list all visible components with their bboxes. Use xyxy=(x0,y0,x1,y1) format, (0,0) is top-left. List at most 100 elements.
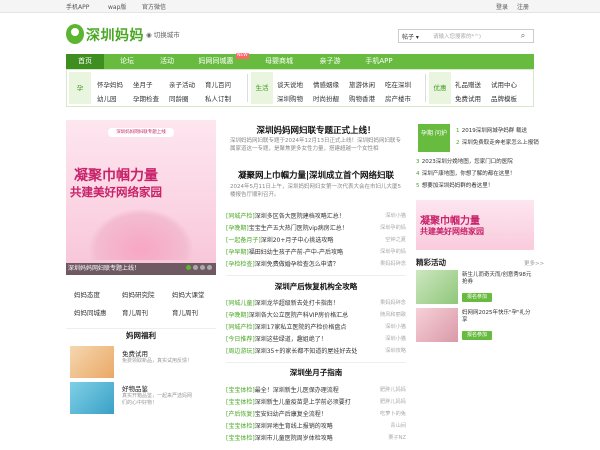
rank-item[interactable]: 3 2023深圳分娩地图，您家门口的医院 xyxy=(416,157,513,165)
submenu-link[interactable]: 坐月子 xyxy=(133,79,153,89)
free-trial-thumbnail[interactable] xyxy=(70,346,114,378)
city-switch[interactable]: ◉ 切换城市 xyxy=(146,29,180,39)
news-text: 福田妇幼生孩子产前-产中-产后攻略 xyxy=(248,249,344,256)
nav-home[interactable]: 首页 xyxy=(66,54,104,69)
carousel-banner[interactable]: 深圳妈妈网妇联专题上线 凝聚巾帼力量 共建美好网络家园 深圳妈妈网妇联专题上线！ xyxy=(66,120,216,275)
side-banner[interactable]: 凝聚巾帼力量 共建美好网络家园 xyxy=(416,200,534,250)
submenu-link[interactable]: 幼儿园 xyxy=(97,93,117,103)
rank-number: 5 xyxy=(416,183,420,189)
news-item[interactable]: [宝宝体检]深圳新生儿童疫苗是上学前必须要打 肥胖儿妈妈 xyxy=(226,398,406,407)
news-text: 深圳免费做婚孕检查怎么申请？ xyxy=(254,261,339,268)
submenu-link[interactable]: 免费试用 xyxy=(455,93,481,103)
submenu-link[interactable]: 礼品赠送 xyxy=(455,79,481,89)
nav-mall[interactable]: 母婴商城 xyxy=(256,54,302,69)
submenu-link[interactable]: 品牌模板 xyxy=(491,93,517,103)
news-item[interactable]: [今日推荐]深圳这些绿道，趣姐绝了！ 深圳小猫 xyxy=(226,335,406,344)
mobile-app-link[interactable]: 手机APP xyxy=(66,2,89,11)
news-item[interactable]: [同城儿童]深圳龙华超级新去处打卡指南！ 果妈妈碎念 xyxy=(226,299,406,308)
carousel-dot[interactable] xyxy=(200,265,205,270)
submenu-link[interactable]: 私人订制 xyxy=(205,93,231,103)
submenu-link[interactable]: 深圳购物 xyxy=(277,93,303,103)
category-pregnancy[interactable]: 孕 xyxy=(69,72,91,104)
news-item[interactable]: [宝宝体检]深圳市儿童医院周岁体检攻略 栗子NZ xyxy=(226,434,406,443)
nav-local-deals[interactable]: 妈网同城惠 xyxy=(190,54,242,69)
pregnancy-care-badge[interactable]: 孕期 问护 xyxy=(418,124,450,152)
section-title-postpartum[interactable]: 深圳产后恢复机构全攻略 xyxy=(226,281,406,292)
search-input[interactable]: 请输入您搜索的*^) xyxy=(433,32,481,40)
carousel-dot[interactable] xyxy=(186,265,191,270)
news-item[interactable]: [同城产检]深圳多区各大医院建档攻略汇总！ 深圳小猫 xyxy=(226,212,406,221)
submenu-link[interactable]: 亲子活动 xyxy=(169,79,195,89)
news-item[interactable]: [同城产检]深圳17家私立医院的产检价格盘点 深圳小猫 xyxy=(226,323,406,332)
quick-link[interactable]: 妈妈同城惠 xyxy=(74,307,107,317)
news-item[interactable]: [孕早期]福田妇幼生孩子产前-产中-产后攻略 深圳孕的妈 xyxy=(226,248,406,257)
wechat-link[interactable]: 官方微信 xyxy=(142,2,166,11)
carousel-dot[interactable] xyxy=(207,265,212,270)
news-source: 栗子NZ xyxy=(388,435,406,441)
section-title-confinement[interactable]: 深圳坐月子指南 xyxy=(226,367,406,378)
join-button[interactable]: 报名参加 xyxy=(462,293,492,302)
submenu-link[interactable]: 购物香港 xyxy=(349,93,375,103)
news-item[interactable]: [周边游玩]深圳35+的家长都不知道的屋娃好去处 深圳攻略 xyxy=(226,347,406,356)
search-type-select[interactable]: 帖子 ▾ xyxy=(402,32,419,41)
divider xyxy=(226,275,406,276)
join-button[interactable]: 报名参加 xyxy=(462,331,492,340)
submenu-link[interactable]: 谈天说地 xyxy=(277,79,303,89)
quick-link[interactable]: 育儿周刊 xyxy=(172,307,198,317)
activity-text[interactable]: 妈网网2025年快乐"孕"礼分享 xyxy=(462,310,534,324)
carousel-dot[interactable] xyxy=(193,265,198,270)
news-item[interactable]: [宝宝体检]最全！深圳新生儿医保办理流程 肥胖儿妈妈 xyxy=(226,386,406,395)
quick-link-label: 妈妈态度 xyxy=(74,291,100,299)
news-text: 深圳各大公立医院产科VIP房价格汇总 xyxy=(248,312,349,319)
submenu-link[interactable]: 房产楼市 xyxy=(385,93,411,103)
submenu-link[interactable]: 情感姻缘 xyxy=(313,79,339,89)
goods-review-thumbnail[interactable] xyxy=(70,382,114,414)
submenu-link[interactable]: 试用中心 xyxy=(491,79,517,89)
search-icon[interactable]: ⌕ xyxy=(514,30,532,42)
nav-events[interactable]: 活动 xyxy=(150,54,184,69)
nav-family-trip[interactable]: 亲子游 xyxy=(310,54,350,69)
login-link[interactable]: 登录 xyxy=(496,2,508,11)
nav-mobile-app[interactable]: 手机APP xyxy=(356,54,402,69)
news-item[interactable]: [孕检检查]深圳免费做婚孕检查怎么申请？ 果妈妈碎念 xyxy=(226,260,406,269)
news-item[interactable]: [产后恢复]宝安妇幼产后康复全流程！ 吃萝卜的兔 xyxy=(226,410,406,419)
submenu-link[interactable]: 孕期检查 xyxy=(133,93,159,103)
activity-text[interactable]: 新生儿而奇天而/创意秀98元抢券 xyxy=(462,272,534,286)
rank-item[interactable]: 2 深圳免费取走奔老家怎么上报销 xyxy=(456,138,539,146)
submenu-link[interactable]: 同龄圈 xyxy=(169,93,189,103)
quick-link[interactable]: 妈妈研究院 xyxy=(122,289,155,299)
nav-forum[interactable]: 论坛 xyxy=(110,54,144,69)
activity-thumbnail[interactable] xyxy=(416,270,458,304)
rank-item[interactable]: 5 想要加深圳妈妈群的看这里！ xyxy=(416,181,493,189)
news-item[interactable]: [孕晚期]宝宝生产五大热门医院vip病房汇总！ 深圳孕的妈 xyxy=(226,224,406,233)
submenu-link[interactable]: 怀孕妈妈 xyxy=(97,79,123,89)
submenu-link[interactable]: 旅游休闲 xyxy=(349,79,375,89)
rank-item[interactable]: 1 2019深圳网城孕妈群 载送 xyxy=(456,126,527,134)
activities-more-link[interactable]: 更多>> xyxy=(524,259,544,267)
goods-review-title[interactable]: 好物品鉴 xyxy=(122,383,148,393)
quick-link[interactable]: 育儿周刊 xyxy=(122,307,148,317)
news-item[interactable]: [孕晚期]深圳各大公立医院产科VIP房价格汇总 随风和丽歌 xyxy=(226,311,406,320)
free-trial-title[interactable]: 免费试用 xyxy=(122,348,148,358)
category-life[interactable]: 生活 xyxy=(251,72,273,104)
quick-link-label: 育儿周刊 xyxy=(122,309,148,317)
quick-link[interactable]: 妈妈大课堂 xyxy=(172,289,205,299)
news-item[interactable]: [一起备月子]深圳20+月子中心挑选攻略 空钟之夏 xyxy=(226,236,406,245)
submenu-link[interactable]: 育儿百问 xyxy=(205,79,231,89)
welfare-title: 妈网福利 xyxy=(66,328,216,342)
rank-item[interactable]: 4 深圳产康地图，你想了解的都在这里！ xyxy=(416,169,515,177)
goods-review-desc: 真实开箱品鉴，一起来严选妈网们的心中好物！ xyxy=(122,393,193,406)
submenu-link[interactable]: 吃在深圳 xyxy=(385,79,411,89)
wap-link[interactable]: wap版 xyxy=(108,2,126,11)
category-deals[interactable]: 优惠 xyxy=(429,72,451,104)
activity-thumbnail[interactable] xyxy=(416,308,458,342)
rank-text: 深圳免费取走奔老家怎么上报销 xyxy=(461,140,539,146)
submenu-link[interactable]: 时尚扮靓 xyxy=(313,93,339,103)
news-tag: [宝宝体检] xyxy=(226,387,255,394)
register-link[interactable]: 注册 xyxy=(517,2,529,11)
news-item[interactable]: [宝宝体检]深圳异地生育线上报销的攻略 青山间 xyxy=(226,422,406,431)
headline-2[interactable]: 凝聚网上巾帼力量|深圳成立首个网络妇联 xyxy=(226,169,406,181)
rank-number: 4 xyxy=(416,171,420,177)
headline-1[interactable]: 深圳妈妈网妇联专题正式上线！ xyxy=(226,124,406,136)
quick-link[interactable]: 妈妈态度 xyxy=(74,289,100,299)
